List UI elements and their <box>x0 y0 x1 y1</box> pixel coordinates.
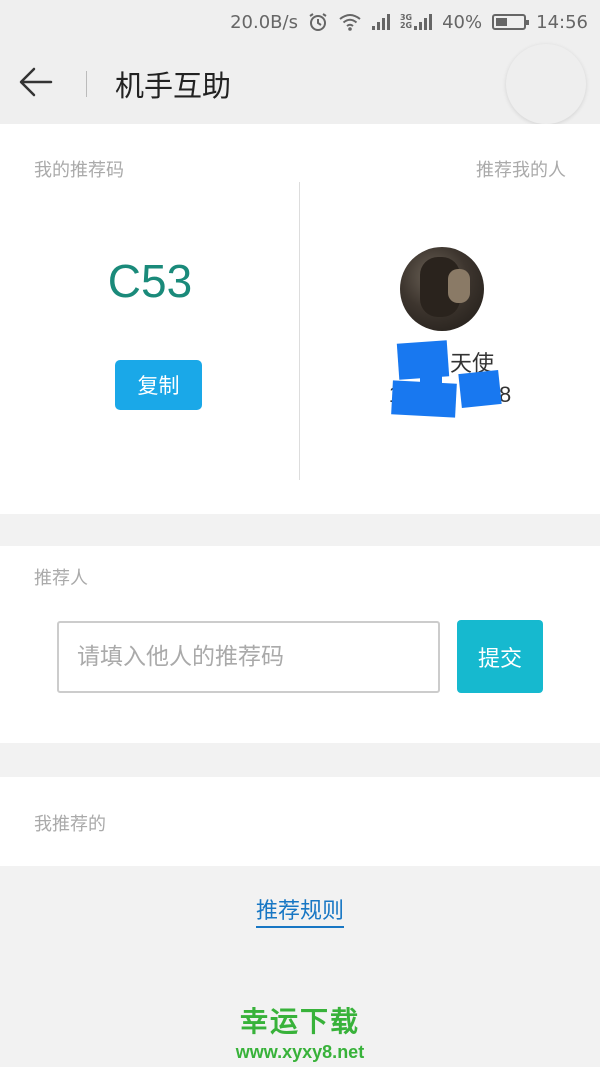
referrer-form-label: 推荐人 <box>34 568 88 589</box>
referral-card: 我的推荐码 推荐我的人 C53 复制 某某天使 1300000008 <box>0 124 600 514</box>
battery-percent: 40% <box>442 11 483 33</box>
floating-action-button[interactable] <box>506 44 586 124</box>
page-title: 机手互助 <box>115 69 232 103</box>
referrer-form-card: 推荐人 提交 <box>0 546 600 743</box>
referral-code: C53 <box>107 255 193 307</box>
rules-link-row: 推荐规则 <box>0 893 600 928</box>
referral-code-input[interactable] <box>57 621 440 693</box>
status-bar: 20.0B/s 3G 2G 40% 14:56 <box>0 0 600 44</box>
watermark-url: www.xyxy8.net <box>235 1042 365 1062</box>
my-referrals-label: 我推荐的 <box>34 814 106 835</box>
redaction-mark <box>391 380 457 418</box>
dual-network-indicator: 3G 2G <box>399 14 433 30</box>
rules-link[interactable]: 推荐规则 <box>255 899 344 928</box>
signal-icon <box>414 14 433 30</box>
avatar-shape <box>448 269 470 303</box>
redaction-mark <box>420 356 442 384</box>
my-code-label: 我的推荐码 <box>34 160 124 181</box>
avatar <box>400 247 484 331</box>
column-divider <box>299 182 300 480</box>
redaction-mark <box>458 370 502 408</box>
referrer-label: 推荐我的人 <box>476 160 566 181</box>
clock: 14:56 <box>536 11 588 33</box>
watermark: 幸运下载 www.xyxy8.net <box>0 1000 600 1063</box>
copy-button[interactable]: 复制 <box>115 360 202 410</box>
arrow-left-icon <box>19 67 53 101</box>
watermark-title: 幸运下载 <box>239 1005 360 1038</box>
network-speed: 20.0B/s <box>230 11 298 33</box>
alarm-icon <box>308 12 328 32</box>
battery-icon <box>492 14 530 30</box>
signal-icon <box>371 14 390 30</box>
app-bar: 机手互助 <box>0 44 600 124</box>
my-referrals-card: 我推荐的 <box>0 777 600 866</box>
title-divider <box>86 71 87 97</box>
wifi-icon <box>338 12 362 32</box>
submit-button[interactable]: 提交 <box>457 620 543 693</box>
network-type-bottom: 2G <box>399 21 413 30</box>
referrer-name: 某某天使 <box>300 346 600 378</box>
battery-fill <box>496 18 507 26</box>
back-button[interactable] <box>0 44 72 124</box>
